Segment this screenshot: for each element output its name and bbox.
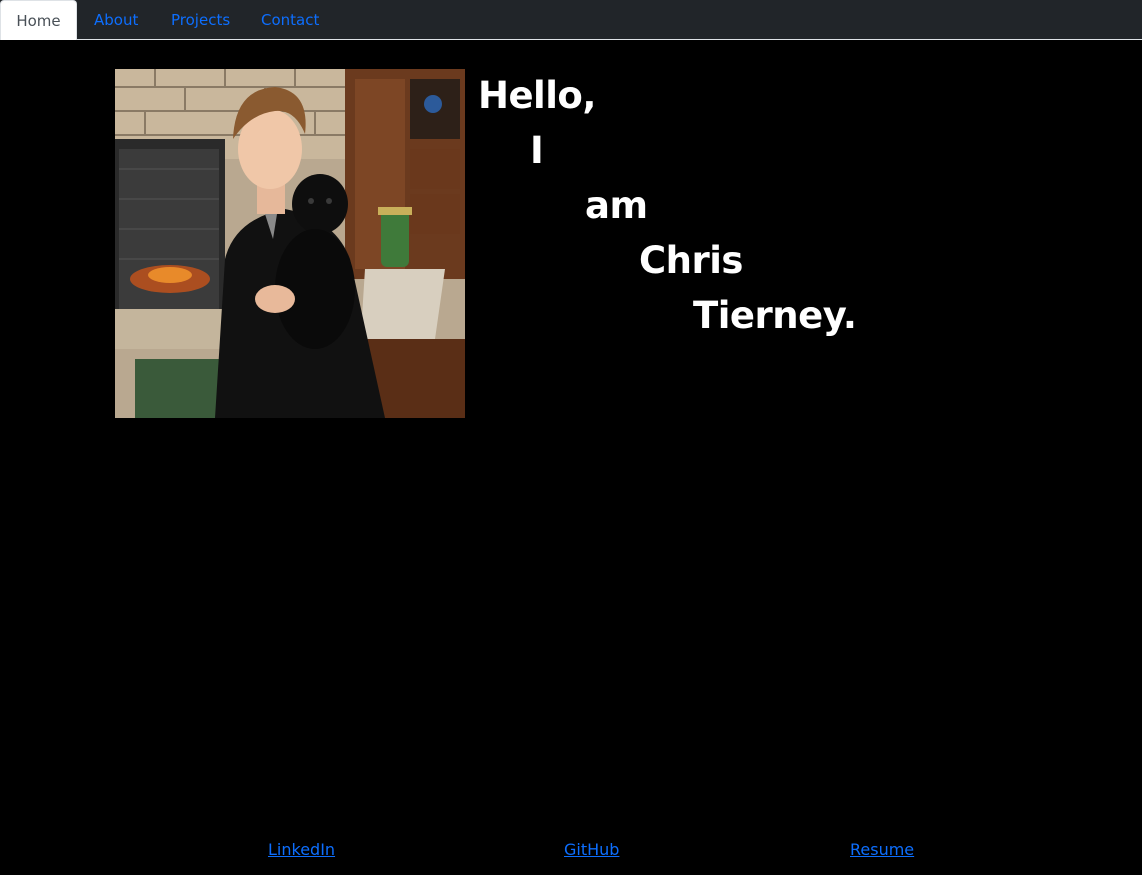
tab-projects[interactable]: Projects	[171, 0, 230, 40]
github-link[interactable]: GitHub	[564, 840, 619, 859]
greeting-word-hello: Hello,	[478, 74, 596, 117]
greeting-word-i: I	[530, 129, 544, 172]
tab-about[interactable]: About	[94, 0, 138, 40]
greeting-word-first-name: Chris	[639, 239, 743, 282]
resume-link[interactable]: Resume	[850, 840, 914, 859]
greeting-word-last-name: Tierney.	[693, 294, 857, 337]
linkedin-link[interactable]: LinkedIn	[268, 840, 335, 859]
tab-home[interactable]: Home	[0, 0, 77, 40]
profile-photo	[115, 69, 465, 418]
tab-contact[interactable]: Contact	[261, 0, 319, 40]
greeting-word-am: am	[585, 184, 648, 227]
top-navbar: Home About Projects Contact	[0, 0, 1142, 40]
